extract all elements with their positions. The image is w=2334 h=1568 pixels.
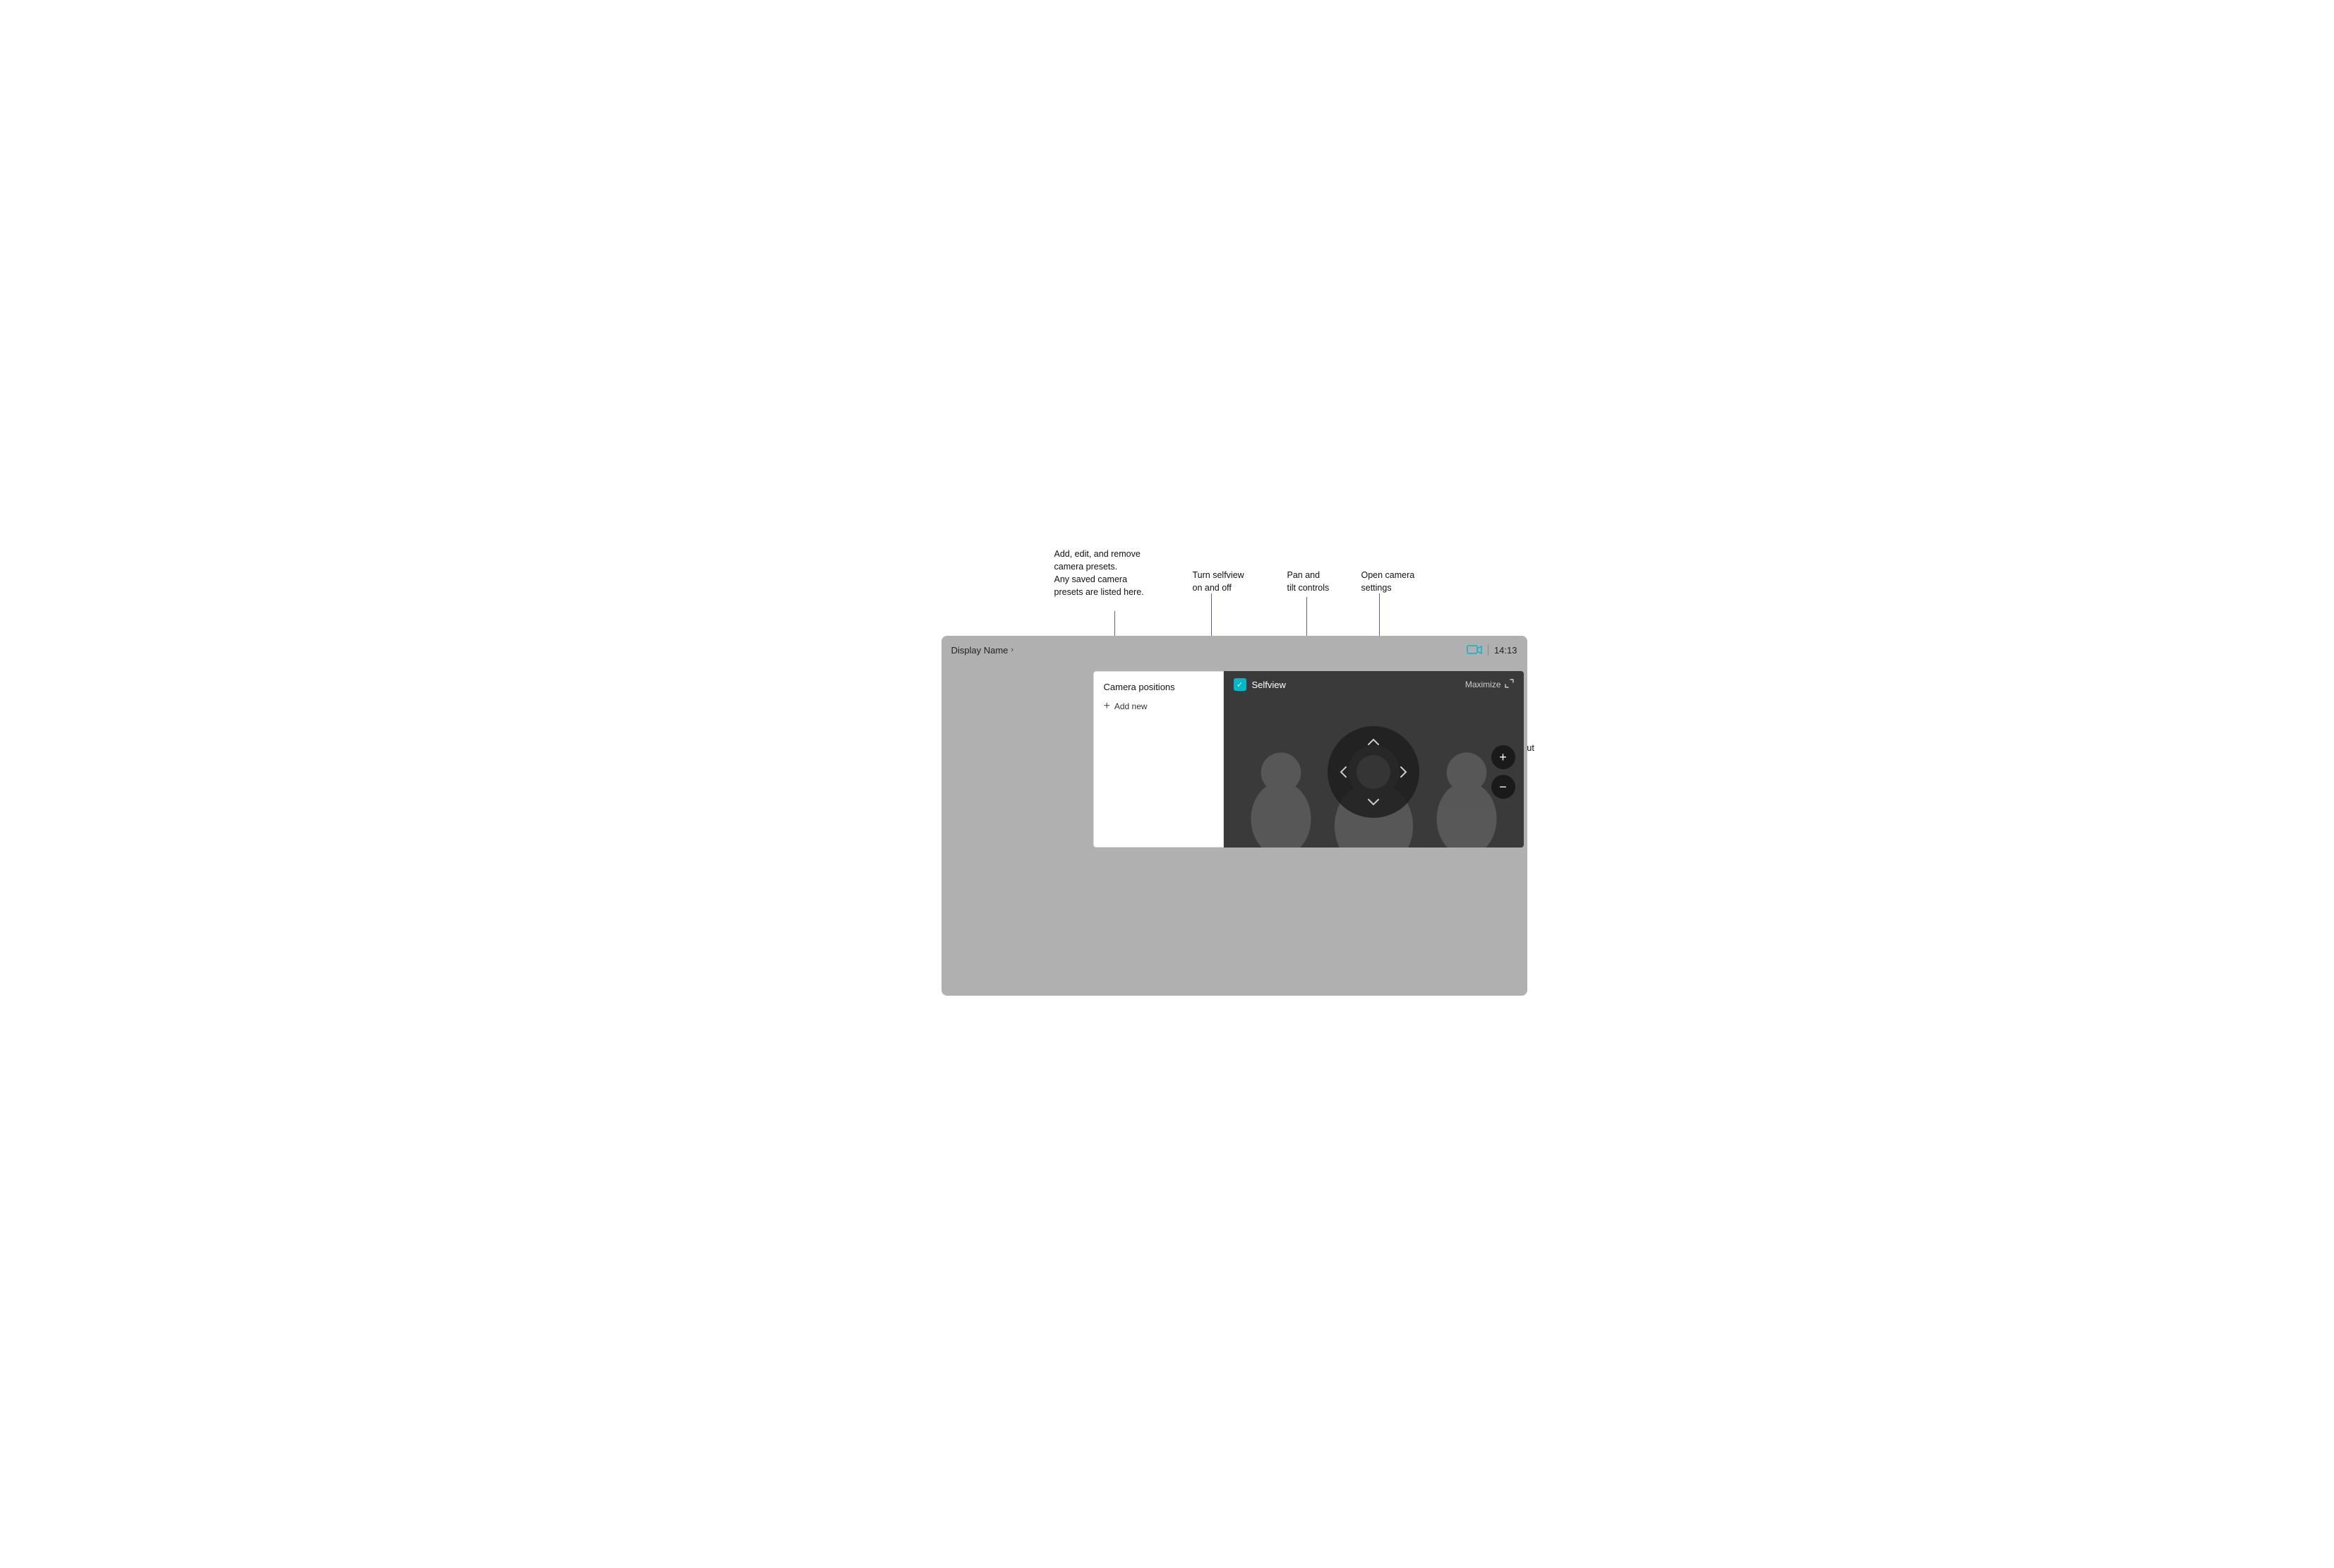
pantilt-circle [1328, 726, 1419, 818]
plus-icon: + [1104, 701, 1110, 712]
zoom-controls: + − [1491, 745, 1515, 799]
annotation-pantilt: Pan andtilt controls [1287, 569, 1330, 594]
camera-positions-title: Camera positions [1104, 682, 1213, 692]
maximize-label: Maximize [1465, 680, 1501, 689]
top-bar-right: 14:13 [1467, 644, 1517, 656]
selfview-checkbox[interactable]: ✓ [1234, 678, 1246, 691]
camera-icon[interactable] [1467, 644, 1482, 656]
pantilt-control[interactable] [1328, 726, 1419, 818]
zoom-in-button[interactable]: + [1491, 745, 1515, 769]
time-display: 14:13 [1494, 645, 1517, 656]
selfview-label: Selfview [1252, 680, 1286, 690]
selfview-toggle-group[interactable]: ✓ Selfview [1234, 678, 1286, 691]
camera-panel: Camera positions + Add new ✓ Selfview Ma… [1093, 671, 1524, 848]
annotation-camera-presets: Add, edit, and removecamera presets.Any … [1054, 548, 1144, 599]
pantilt-right-button[interactable] [1394, 762, 1414, 782]
selfview-header: ✓ Selfview Maximize [1224, 671, 1524, 696]
pantilt-center [1357, 755, 1390, 789]
add-new-button[interactable]: + Add new [1104, 701, 1213, 712]
annotation-camera-settings: Open camerasettings [1361, 569, 1415, 594]
pantilt-left-button[interactable] [1333, 762, 1353, 782]
display-name[interactable]: Display Name › [951, 645, 1014, 656]
annotation-selfview: Turn selfviewon and off [1193, 569, 1244, 594]
pantilt-down-button[interactable] [1364, 792, 1383, 812]
display-name-text: Display Name [951, 645, 1009, 656]
pantilt-up-button[interactable] [1364, 732, 1383, 752]
device-frame: Display Name › 14:13 Camera positions [942, 636, 1527, 996]
selfview-panel: ✓ Selfview Maximize [1224, 671, 1524, 848]
add-new-label: Add new [1114, 701, 1148, 711]
page-wrapper: Add, edit, and removecamera presets.Any … [779, 509, 1556, 1059]
maximize-button[interactable]: Maximize [1465, 679, 1514, 690]
camera-preview: + − [1224, 696, 1524, 848]
zoom-out-button[interactable]: − [1491, 775, 1515, 799]
camera-positions-panel: Camera positions + Add new [1093, 671, 1224, 848]
maximize-icon [1505, 679, 1514, 690]
chevron-right-icon: › [1011, 646, 1013, 654]
top-bar: Display Name › 14:13 [942, 636, 1527, 664]
